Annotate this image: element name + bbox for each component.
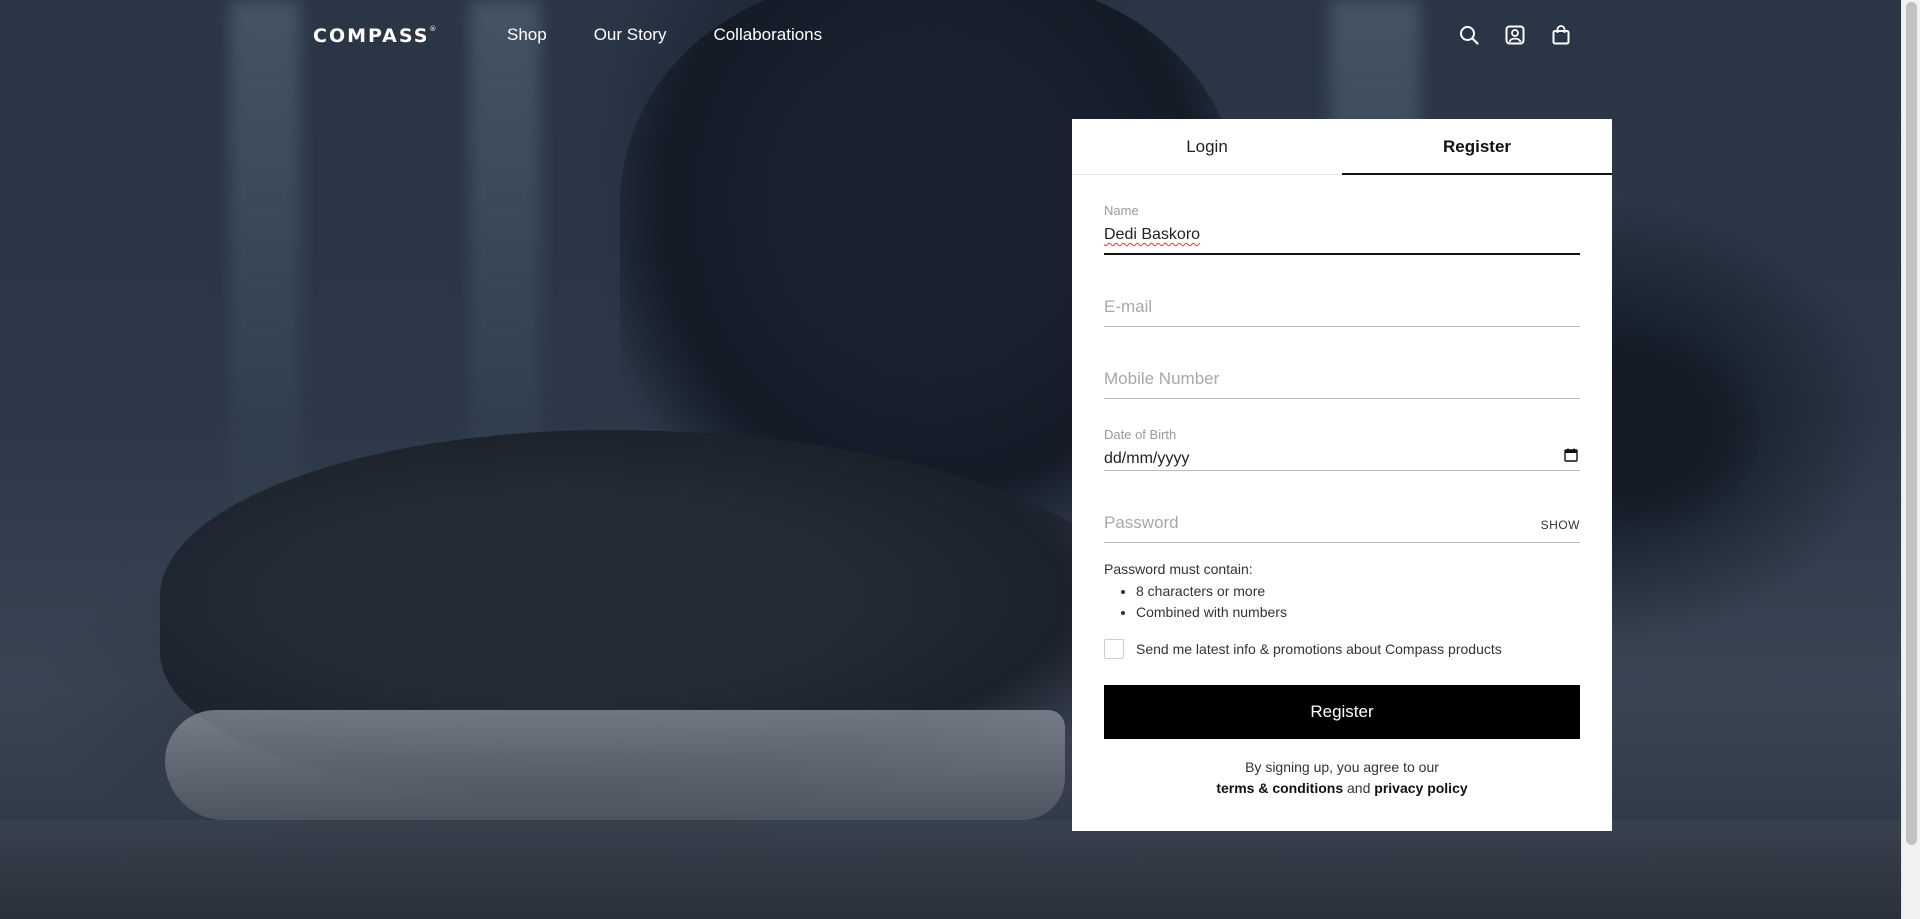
agreement-prefix: By signing up, you agree to our [1245, 759, 1439, 775]
name-label: Name [1104, 203, 1139, 218]
promo-checkbox[interactable] [1104, 639, 1124, 659]
email-placeholder: E-mail [1104, 297, 1153, 316]
password-field[interactable]: Password SHOW [1104, 471, 1580, 543]
register-button[interactable]: Register [1104, 685, 1580, 739]
password-rule: Combined with numbers [1136, 602, 1580, 623]
calendar-icon[interactable] [1564, 448, 1580, 464]
tab-register[interactable]: Register [1342, 119, 1612, 175]
date-of-birth-field[interactable]: Date of Birth dd/mm/yyyy [1104, 399, 1580, 471]
agreement-links: terms & conditions and privacy policy [1104, 778, 1580, 799]
name-value: Dedi Baskoro [1104, 226, 1201, 243]
logo-text: COMPASS [313, 25, 430, 47]
password-requirements: Password must contain: 8 characters or m… [1104, 561, 1580, 623]
privacy-link[interactable]: privacy policy [1374, 780, 1467, 796]
agreement-text: By signing up, you agree to our terms & … [1104, 757, 1580, 799]
name-field[interactable]: Name Dedi Baskoro [1104, 175, 1580, 255]
nav-link-our-story[interactable]: Our Story [594, 25, 667, 45]
password-rules-list: 8 characters or more Combined with numbe… [1104, 581, 1580, 623]
account-icon[interactable] [1504, 24, 1526, 46]
auth-tabs: Login Register [1072, 119, 1612, 175]
password-rule: 8 characters or more [1136, 581, 1580, 602]
terms-link[interactable]: terms & conditions [1216, 780, 1343, 796]
mobile-placeholder: Mobile Number [1104, 369, 1220, 388]
registered-mark: ® [429, 25, 437, 33]
page-scrollbar[interactable] [1901, 0, 1920, 919]
sneaker-sole [165, 710, 1065, 820]
compass-logo[interactable]: COMPASS® [313, 25, 436, 47]
scrollbar-thumb[interactable] [1906, 2, 1917, 845]
header-icons [1458, 24, 1572, 46]
nav-link-shop[interactable]: Shop [507, 25, 547, 45]
search-icon[interactable] [1458, 24, 1480, 46]
site-header: COMPASS® Shop Our Story Collaborations [0, 0, 1901, 70]
agreement-and: and [1347, 780, 1375, 796]
dob-value: dd/mm/yyyy [1104, 450, 1190, 467]
promo-label: Send me latest info & promotions about C… [1136, 641, 1502, 657]
hero-background-image [0, 0, 1901, 919]
password-placeholder: Password [1104, 513, 1179, 532]
main-nav: Shop Our Story Collaborations [507, 25, 822, 45]
nav-link-collaborations[interactable]: Collaborations [713, 25, 822, 45]
tab-login[interactable]: Login [1072, 119, 1342, 174]
register-form: Name Dedi Baskoro E-mail Mobile Number D… [1072, 175, 1612, 799]
dob-label: Date of Birth [1104, 427, 1177, 442]
show-password-toggle[interactable]: SHOW [1541, 518, 1580, 532]
bag-icon[interactable] [1550, 24, 1572, 46]
promo-opt-in[interactable]: Send me latest info & promotions about C… [1104, 639, 1580, 659]
auth-panel: Login Register Name Dedi Baskoro E-mail … [1072, 119, 1612, 831]
ground [0, 820, 1901, 919]
password-rules-title: Password must contain: [1104, 561, 1253, 577]
email-field[interactable]: E-mail [1104, 255, 1580, 327]
background-pillar [230, 0, 300, 520]
mobile-number-field[interactable]: Mobile Number [1104, 327, 1580, 399]
